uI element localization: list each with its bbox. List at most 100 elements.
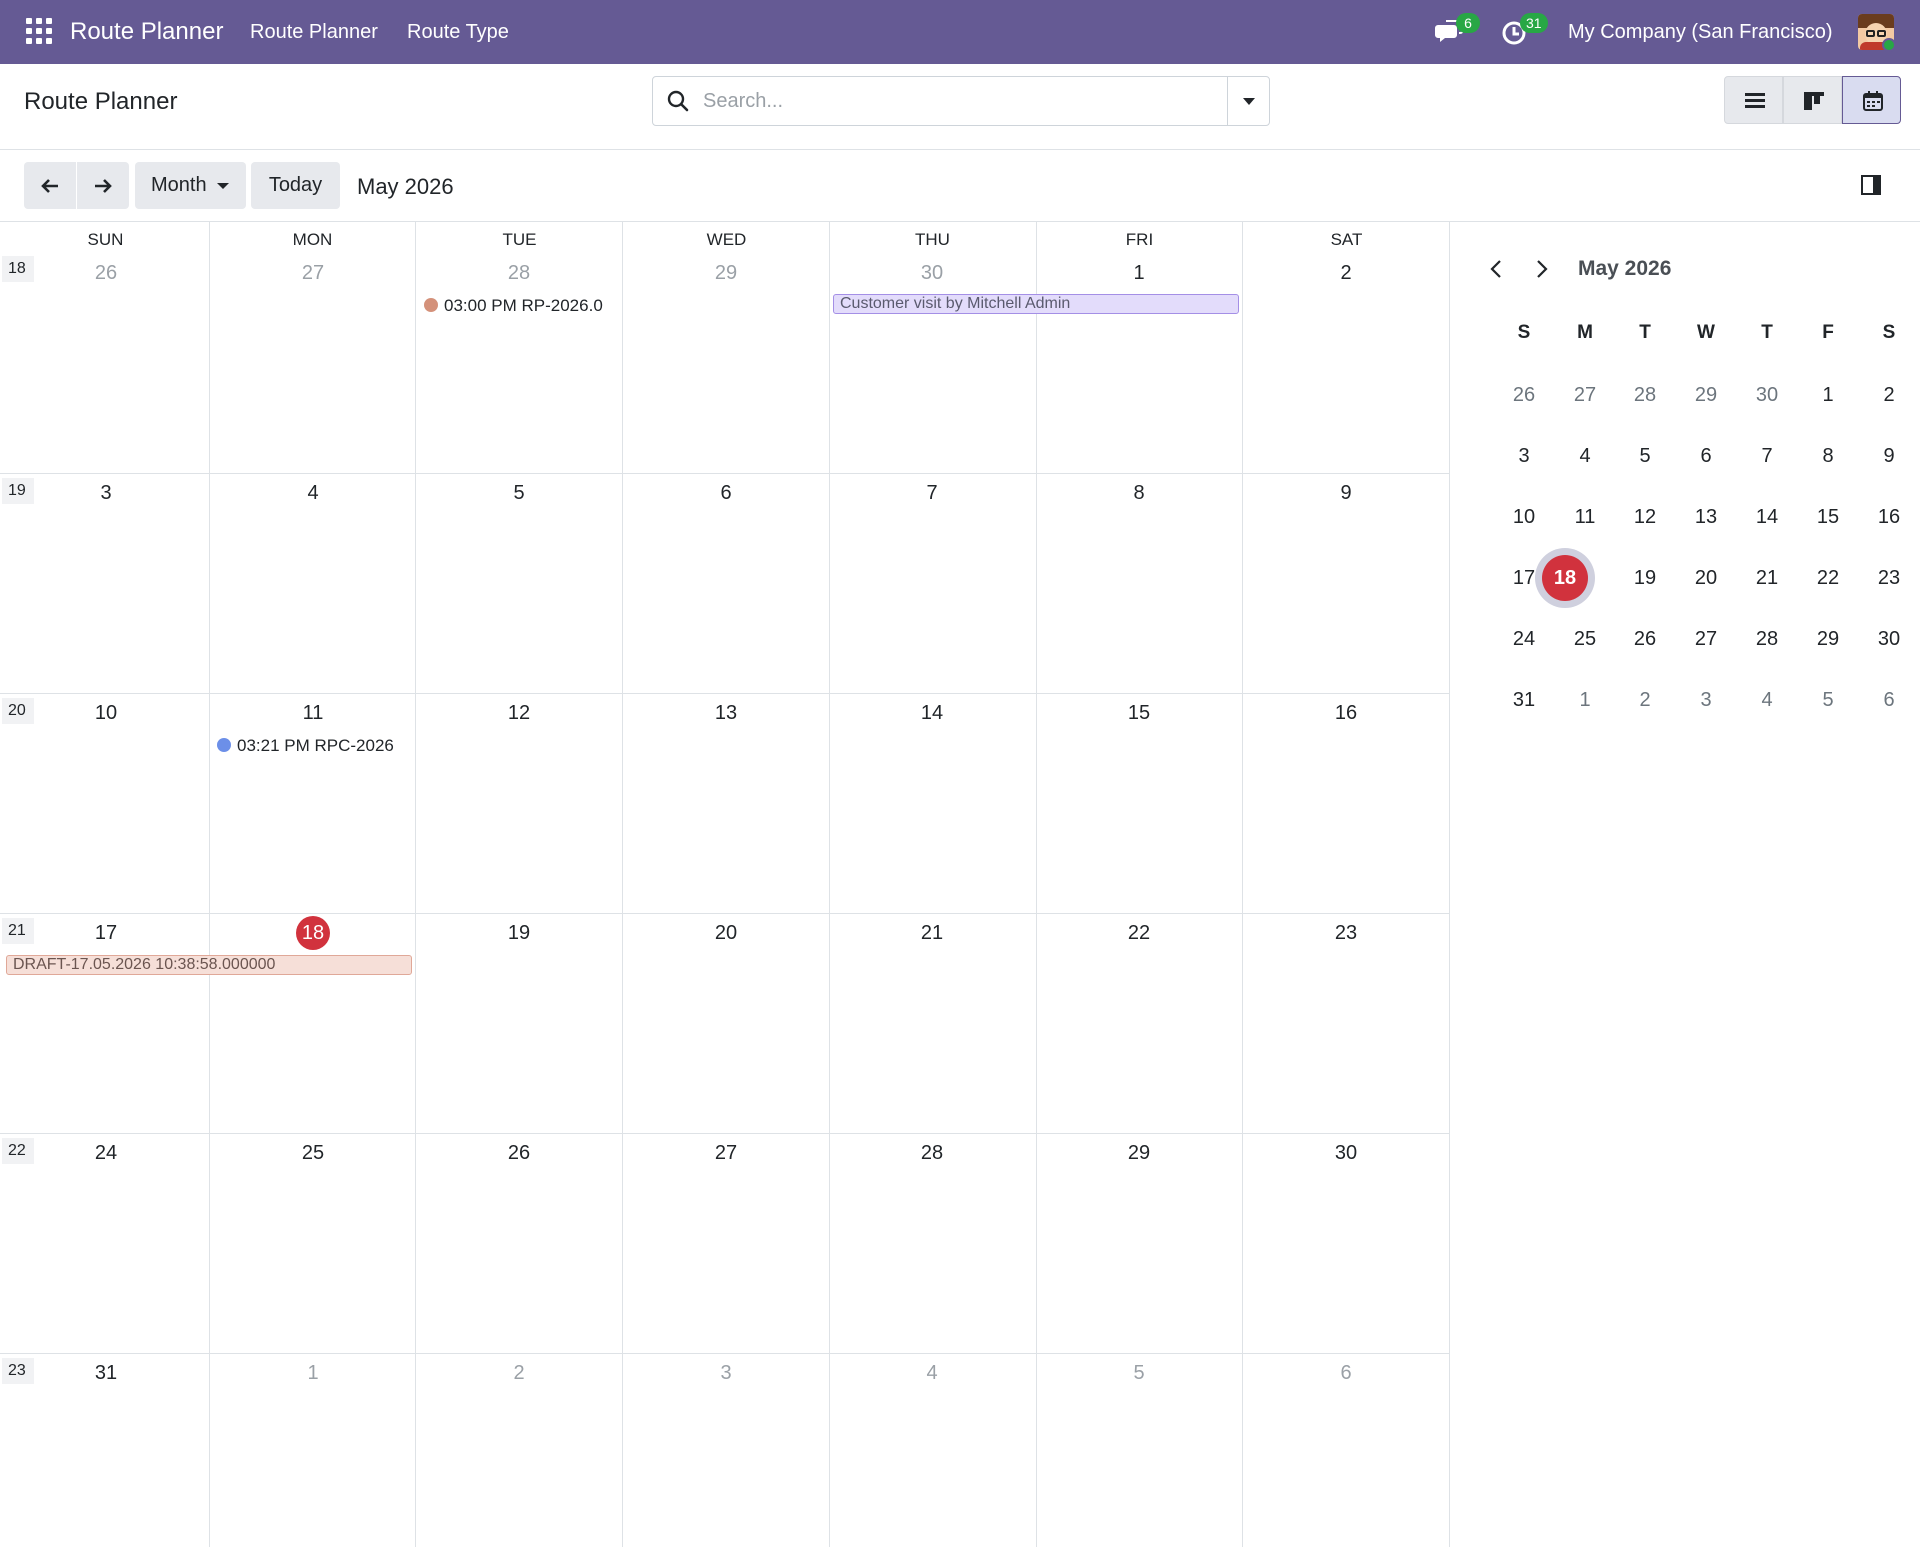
mini-day[interactable]: 3	[1686, 685, 1726, 715]
kanban-view-button[interactable]	[1783, 76, 1842, 124]
day-number[interactable]: 16	[1326, 696, 1366, 730]
calendar-event-rpc[interactable]: 03:21 PM RPC-2026	[217, 736, 407, 756]
mini-day[interactable]: 11	[1565, 502, 1605, 532]
day-number[interactable]: 25	[293, 1136, 333, 1170]
mini-day[interactable]: 28	[1625, 380, 1665, 410]
day-number[interactable]: 12	[499, 696, 539, 730]
day-number[interactable]: 30	[1326, 1136, 1366, 1170]
mini-day[interactable]: 9	[1869, 441, 1909, 471]
calendar-event-rp[interactable]: 03:00 PM RP-2026.0	[424, 296, 614, 316]
day-number[interactable]: 29	[706, 256, 746, 290]
day-number[interactable]: 10	[86, 696, 126, 730]
day-number[interactable]: 31	[86, 1356, 126, 1390]
search-options-toggle[interactable]	[1227, 77, 1269, 125]
day-number-today[interactable]: 18	[293, 916, 333, 950]
mini-day[interactable]: 28	[1747, 624, 1787, 654]
mini-day[interactable]: 6	[1686, 441, 1726, 471]
previous-period-button[interactable]	[24, 162, 76, 209]
mini-day[interactable]: 6	[1869, 685, 1909, 715]
mini-day[interactable]: 3	[1504, 441, 1544, 471]
day-number[interactable]: 1	[293, 1356, 333, 1390]
mini-day[interactable]: 17	[1504, 563, 1544, 593]
mini-day[interactable]: 26	[1504, 380, 1544, 410]
day-number[interactable]: 19	[499, 916, 539, 950]
day-number[interactable]: 2	[499, 1356, 539, 1390]
mini-day-today[interactable]: 18	[1545, 563, 1585, 593]
mini-day[interactable]: 29	[1686, 380, 1726, 410]
day-number[interactable]: 17	[86, 916, 126, 950]
day-number[interactable]: 4	[912, 1356, 952, 1390]
menu-route-planner[interactable]: Route Planner	[250, 21, 378, 44]
mini-day[interactable]: 14	[1747, 502, 1787, 532]
chevron-left-icon[interactable]	[1486, 258, 1508, 280]
mini-day[interactable]: 30	[1747, 380, 1787, 410]
app-grid-icon[interactable]	[26, 18, 52, 44]
mini-day[interactable]: 1	[1565, 685, 1605, 715]
scale-dropdown[interactable]: Month	[135, 162, 246, 209]
mini-day[interactable]: 27	[1565, 380, 1605, 410]
day-number[interactable]: 6	[706, 476, 746, 510]
mini-day[interactable]: 15	[1808, 502, 1848, 532]
day-number[interactable]: 29	[1119, 1136, 1159, 1170]
mini-day[interactable]: 4	[1747, 685, 1787, 715]
day-number[interactable]: 27	[293, 256, 333, 290]
mini-day[interactable]: 21	[1747, 563, 1787, 593]
next-period-button[interactable]	[77, 162, 129, 209]
mini-day[interactable]: 31	[1504, 685, 1544, 715]
mini-day[interactable]: 2	[1869, 380, 1909, 410]
mini-day[interactable]: 7	[1747, 441, 1787, 471]
day-number[interactable]: 4	[293, 476, 333, 510]
calendar-event-customer-visit[interactable]: Customer visit by Mitchell Admin	[833, 294, 1239, 314]
mini-day[interactable]: 24	[1504, 624, 1544, 654]
list-view-button[interactable]	[1724, 76, 1783, 124]
mini-day[interactable]: 2	[1625, 685, 1665, 715]
mini-day[interactable]: 26	[1625, 624, 1665, 654]
day-number[interactable]: 14	[912, 696, 952, 730]
day-number[interactable]: 15	[1119, 696, 1159, 730]
mini-day[interactable]: 10	[1504, 502, 1544, 532]
mini-day[interactable]: 16	[1869, 502, 1909, 532]
mini-day[interactable]: 5	[1625, 441, 1665, 471]
company-switcher[interactable]: My Company (San Francisco)	[1568, 21, 1833, 44]
mini-day[interactable]: 22	[1808, 563, 1848, 593]
day-number[interactable]: 26	[86, 256, 126, 290]
day-number[interactable]: 1	[1119, 256, 1159, 290]
day-number[interactable]: 2	[1326, 256, 1366, 290]
menu-route-type[interactable]: Route Type	[407, 21, 509, 44]
calendar-event-draft[interactable]: DRAFT-17.05.2026 10:38:58.000000	[6, 955, 412, 975]
day-number[interactable]: 27	[706, 1136, 746, 1170]
day-number[interactable]: 22	[1119, 916, 1159, 950]
mini-day[interactable]: 4	[1565, 441, 1605, 471]
search-input[interactable]	[703, 87, 1203, 115]
mini-day[interactable]: 30	[1869, 624, 1909, 654]
day-number[interactable]: 26	[499, 1136, 539, 1170]
mini-day[interactable]: 27	[1686, 624, 1726, 654]
mini-day[interactable]: 12	[1625, 502, 1665, 532]
mini-day[interactable]: 5	[1808, 685, 1848, 715]
day-number[interactable]: 23	[1326, 916, 1366, 950]
day-number[interactable]: 30	[912, 256, 952, 290]
day-number[interactable]: 7	[912, 476, 952, 510]
mini-day[interactable]: 23	[1869, 563, 1909, 593]
day-number[interactable]: 6	[1326, 1356, 1366, 1390]
today-button[interactable]: Today	[251, 162, 340, 209]
day-number[interactable]: 3	[86, 476, 126, 510]
app-brand[interactable]: Route Planner	[70, 18, 223, 46]
mini-day[interactable]: 8	[1808, 441, 1848, 471]
day-number[interactable]: 3	[706, 1356, 746, 1390]
mini-day[interactable]: 19	[1625, 563, 1665, 593]
mini-day[interactable]: 20	[1686, 563, 1726, 593]
calendar-view-button[interactable]	[1842, 76, 1901, 124]
mini-day[interactable]: 1	[1808, 380, 1848, 410]
mini-day[interactable]: 29	[1808, 624, 1848, 654]
day-number[interactable]: 11	[293, 696, 333, 730]
day-number[interactable]: 13	[706, 696, 746, 730]
day-number[interactable]: 8	[1119, 476, 1159, 510]
day-number[interactable]: 20	[706, 916, 746, 950]
day-number[interactable]: 28	[499, 256, 539, 290]
day-number[interactable]: 9	[1326, 476, 1366, 510]
day-number[interactable]: 5	[499, 476, 539, 510]
day-number[interactable]: 28	[912, 1136, 952, 1170]
chevron-right-icon[interactable]	[1530, 258, 1552, 280]
day-number[interactable]: 21	[912, 916, 952, 950]
